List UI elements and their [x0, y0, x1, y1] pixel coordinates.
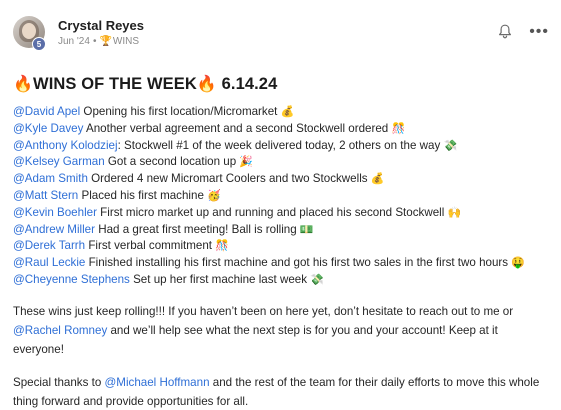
win-text: Set up her first machine last week	[129, 272, 311, 286]
emoji-icon: 🎊	[391, 122, 406, 135]
mention-link[interactable]: @Rachel Romney	[13, 324, 107, 337]
mention-link[interactable]: @Anthony Kolodziej	[13, 139, 118, 152]
title-text: WINS OF THE WEEK	[33, 75, 197, 93]
emoji-icon: 🎉	[239, 156, 254, 169]
bell-icon[interactable]	[498, 24, 512, 39]
emoji-icon: 💸	[443, 139, 458, 152]
fire-icon: 🔥	[13, 76, 34, 93]
win-text: Got a second location up	[104, 155, 240, 169]
more-options-icon[interactable]: •••	[529, 23, 549, 39]
fire-icon: 🔥	[196, 76, 217, 93]
win-item: @Kyle Davey Another verbal agreement and…	[13, 121, 549, 138]
emoji-icon: 🤑	[511, 257, 525, 270]
post-subline: Jun '24 • 🏆 WINS	[58, 35, 144, 49]
post-header: 5 Crystal Reyes Jun '24 • 🏆 WINS •••	[13, 14, 549, 54]
post-title: 🔥WINS OF THE WEEK🔥 6.14.24	[13, 74, 549, 95]
level-badge: 5	[32, 37, 46, 51]
mention-link[interactable]: @David Apel	[13, 105, 80, 118]
author-name[interactable]: Crystal Reyes	[58, 18, 144, 34]
emoji-icon: 💰	[370, 173, 385, 186]
emoji-icon: 🥳	[207, 189, 221, 202]
win-item: @Anthony Kolodziej: Stockwell #1 of the …	[13, 138, 549, 155]
mention-link[interactable]: @Raul Leckie	[13, 256, 85, 269]
win-text: Ordered 4 new Micromart Coolers and two …	[87, 172, 371, 186]
emoji-icon: 💸	[310, 273, 324, 286]
win-item: @Kevin Boehler First micro market up and…	[13, 205, 549, 222]
win-item: @Derek Tarrh First verbal commitment 🎊	[13, 238, 549, 255]
header-actions: •••	[498, 23, 549, 39]
mention-link[interactable]: @Derek Tarrh	[13, 239, 85, 252]
paragraph-encouragement: These wins just keep rolling!!! If you h…	[13, 302, 541, 359]
mention-link[interactable]: @Andrew Miller	[13, 223, 95, 236]
trophy-icon: 🏆	[99, 36, 112, 47]
mention-link[interactable]: @Michael Hoffmann	[105, 376, 210, 389]
emoji-icon: 🙌	[447, 206, 462, 219]
title-date: 6.14.24	[221, 75, 278, 93]
win-text: Had a great first meeting! Ball is rolli…	[95, 222, 300, 236]
win-item: @Kelsey Garman Got a second location up …	[13, 154, 549, 171]
win-text: First micro market up and running and pl…	[96, 205, 448, 219]
mention-link[interactable]: @Adam Smith	[13, 172, 88, 185]
category-label[interactable]: WINS	[113, 35, 139, 49]
win-item: @Raul Leckie Finished installing his fir…	[13, 255, 549, 272]
win-text: Opening his first location/Micromarket	[80, 105, 281, 118]
paragraph-text: These wins just keep rolling!!! If you h…	[13, 304, 514, 318]
win-text: : Stockwell #1 of the week delivered tod…	[117, 138, 444, 152]
post-date: Jun '24	[58, 36, 90, 47]
win-text: Finished installing his first machine an…	[85, 256, 512, 270]
separator-dot: •	[92, 36, 97, 47]
win-item: @Matt Stern Placed his first machine 🥳	[13, 188, 549, 205]
win-item: @Adam Smith Ordered 4 new Micromart Cool…	[13, 171, 549, 188]
mention-link[interactable]: @Kyle Davey	[13, 122, 83, 135]
author-avatar[interactable]: 5	[13, 16, 47, 51]
win-text: Another verbal agreement and a second St…	[83, 121, 392, 135]
win-text: First verbal commitment	[85, 239, 216, 253]
wins-list: @David Apel Opening his first location/M…	[13, 104, 549, 289]
win-item: @David Apel Opening his first location/M…	[13, 104, 549, 121]
post-meta: Crystal Reyes Jun '24 • 🏆 WINS	[58, 14, 144, 49]
emoji-icon: 💰	[280, 106, 295, 118]
paragraph-text: Special thanks to	[13, 375, 105, 389]
win-text: Placed his first machine	[78, 188, 208, 202]
win-item: @Cheyenne Stephens Set up her first mach…	[13, 272, 549, 289]
mention-link[interactable]: @Matt Stern	[13, 189, 78, 202]
emoji-icon: 🎊	[215, 240, 229, 253]
mention-link[interactable]: @Kevin Boehler	[13, 206, 97, 219]
mention-link[interactable]: @Cheyenne Stephens	[13, 273, 130, 286]
paragraph-thanks: Special thanks to @Michael Hoffmann and …	[13, 373, 541, 410]
win-item: @Andrew Miller Had a great first meeting…	[13, 222, 549, 239]
post-card: 5 Crystal Reyes Jun '24 • 🏆 WINS ••• 🔥WI…	[0, 0, 561, 410]
emoji-icon: 💵	[299, 223, 314, 236]
mention-link[interactable]: @Kelsey Garman	[13, 155, 105, 168]
